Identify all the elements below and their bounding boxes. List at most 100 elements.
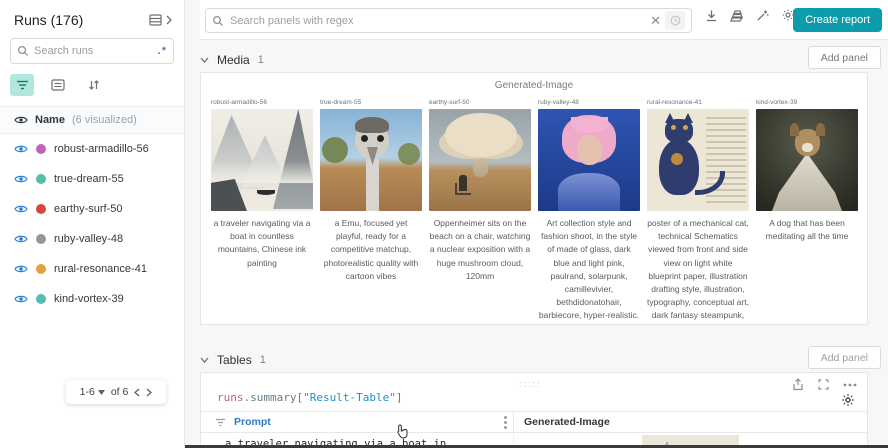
- fullscreen-button[interactable]: [818, 379, 829, 390]
- visualized-count: (6 visualized): [71, 114, 137, 126]
- table-settings-button[interactable]: [841, 393, 855, 407]
- media-caption: Oppenheimer sits on the beach on a chair…: [429, 218, 531, 281]
- image-column-label[interactable]: Generated-Image: [524, 416, 610, 428]
- list-icon: [51, 79, 65, 91]
- expr-string: "Result-Table": [303, 391, 396, 404]
- media-item: robust-armadillo-56 a traveler navigatin…: [211, 99, 313, 324]
- regex-toggle[interactable]: .*: [158, 45, 167, 57]
- search-icon: [212, 15, 224, 27]
- generated-image-thumbnail[interactable]: [647, 109, 749, 211]
- eye-icon: [14, 115, 28, 125]
- column-filter-icon[interactable]: [215, 418, 226, 427]
- prev-page-button[interactable]: [134, 388, 140, 397]
- group-runs-button[interactable]: [46, 74, 70, 96]
- history-icon: [665, 11, 685, 30]
- page-total: of 6: [110, 386, 129, 398]
- runs-header: Runs (176): [0, 0, 184, 36]
- visibility-eye-icon[interactable]: [14, 264, 28, 274]
- chevron-down-icon[interactable]: [97, 389, 105, 395]
- panel-search-input[interactable]: [230, 14, 647, 27]
- workspace-topbar: ✕ Create report: [200, 0, 888, 40]
- column-menu-icon[interactable]: [504, 415, 507, 429]
- media-panel-count: 1: [257, 54, 264, 66]
- run-name[interactable]: rural-resonance-41: [54, 263, 147, 275]
- run-color-dot: [36, 144, 46, 154]
- media-section-title[interactable]: Media: [217, 53, 250, 67]
- chevron-down-icon[interactable]: [200, 357, 209, 363]
- add-panel-button[interactable]: Add panel: [807, 46, 881, 69]
- next-page-button[interactable]: [146, 388, 153, 397]
- media-section-header: Media 1 Add panel: [200, 46, 888, 74]
- run-row[interactable]: true-dream-55: [0, 164, 184, 194]
- run-color-dot: [36, 264, 46, 274]
- fullscreen-icon: [818, 379, 829, 390]
- share-button[interactable]: [792, 378, 804, 391]
- runs-pagination: 1-6 of 6: [66, 380, 166, 404]
- generated-image-thumbnail[interactable]: [320, 109, 422, 211]
- magic-wand-button[interactable]: [756, 9, 769, 22]
- generated-image-thumbnail[interactable]: [211, 109, 313, 211]
- run-name[interactable]: true-dream-55: [54, 173, 124, 185]
- filter-runs-button[interactable]: [10, 74, 34, 96]
- visibility-eye-icon[interactable]: [14, 204, 28, 214]
- expand-runs-table-button[interactable]: [149, 14, 172, 26]
- media-run-label: earthy-surf-50: [429, 99, 470, 106]
- runs-count: (176): [50, 12, 84, 28]
- media-caption: a Emu, focused yet playful, ready for a …: [323, 218, 419, 281]
- topbar-actions: [705, 8, 795, 22]
- tables-panel-count: 1: [259, 354, 266, 366]
- overflow-menu-button[interactable]: [843, 383, 857, 387]
- media-item: ruby-valley-48 Art collection style and …: [538, 99, 640, 324]
- table-icon: [149, 14, 165, 26]
- visibility-eye-icon[interactable]: [14, 294, 28, 304]
- run-name[interactable]: robust-armadillo-56: [54, 143, 149, 155]
- runs-search-input[interactable]: [34, 45, 158, 57]
- workspace-main: ✕ Create report: [185, 0, 888, 448]
- chevron-right-icon: [166, 15, 172, 25]
- page-range[interactable]: 1-6: [80, 386, 95, 398]
- create-report-button[interactable]: Create report: [793, 8, 882, 32]
- run-row[interactable]: earthy-surf-50: [0, 194, 184, 224]
- media-caption: A dog that has been meditating all the t…: [765, 218, 849, 242]
- weave-expression[interactable]: runs.summary["Result-Table"]: [217, 391, 402, 404]
- panel-layout-button[interactable]: [730, 9, 744, 22]
- media-item: kind-vortex-39 A dog that has been medit…: [756, 99, 858, 324]
- media-caption: Art collection style and fashion shoot, …: [538, 218, 640, 321]
- run-row[interactable]: rural-resonance-41: [0, 254, 184, 284]
- visibility-eye-icon[interactable]: [14, 174, 28, 184]
- media-caption: a traveler navigating via a boat in coun…: [213, 218, 311, 268]
- sort-runs-button[interactable]: [82, 74, 106, 96]
- drag-handle-icon[interactable]: :::::: [519, 379, 542, 389]
- tables-section-title[interactable]: Tables: [217, 353, 252, 367]
- generated-image-thumbnail[interactable]: [429, 109, 531, 211]
- add-panel-button[interactable]: Add panel: [807, 346, 881, 369]
- ellipsis-icon: [843, 383, 857, 387]
- generated-image-panel: Generated-Image robust-armadillo-56 a tr…: [200, 72, 868, 325]
- clear-search-button[interactable]: ✕: [646, 14, 665, 27]
- export-button[interactable]: [705, 9, 718, 22]
- sort-icon: [88, 79, 100, 91]
- prompt-column-label[interactable]: Prompt: [234, 416, 271, 428]
- runs-title: Runs (176): [14, 12, 83, 28]
- run-row[interactable]: robust-armadillo-56: [0, 134, 184, 164]
- generated-image-thumbnail[interactable]: [538, 109, 640, 211]
- media-item: true-dream-55 a Emu, focused yet playful…: [320, 99, 422, 324]
- media-run-label: true-dream-55: [320, 99, 362, 106]
- panel-title: Generated-Image: [494, 80, 574, 91]
- chevron-down-icon[interactable]: [200, 57, 209, 63]
- visibility-eye-icon[interactable]: [14, 234, 28, 244]
- generated-image-thumbnail[interactable]: [756, 109, 858, 211]
- run-name[interactable]: kind-vortex-39: [54, 293, 124, 305]
- runs-search: .*: [10, 38, 174, 64]
- filter-icon: [16, 80, 29, 91]
- name-column-label: Name: [35, 114, 65, 126]
- run-name[interactable]: earthy-surf-50: [54, 203, 122, 215]
- run-color-dot: [36, 294, 46, 304]
- run-color-dot: [36, 174, 46, 184]
- run-row[interactable]: kind-vortex-39: [0, 284, 184, 314]
- result-table-panel: ::::: runs.summary["Result-Table"] Promp…: [200, 372, 868, 448]
- visibility-eye-icon[interactable]: [14, 144, 28, 154]
- prompt-column-header: Prompt: [201, 415, 513, 429]
- run-name[interactable]: ruby-valley-48: [54, 233, 123, 245]
- run-row[interactable]: ruby-valley-48: [0, 224, 184, 254]
